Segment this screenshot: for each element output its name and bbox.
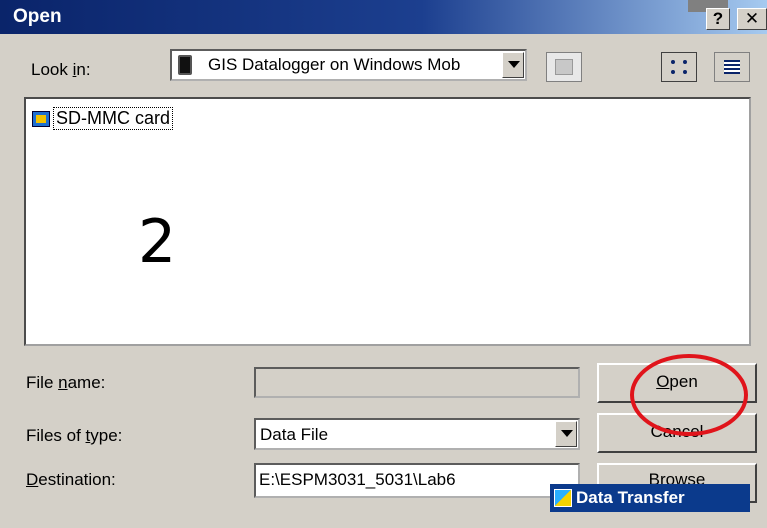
help-button[interactable]: ? [706, 8, 730, 30]
look-in-dropdown[interactable]: GIS Datalogger on Windows Mob [170, 49, 527, 81]
files-of-type-value: Data File [260, 425, 329, 444]
file-name-label: SD-MMC card [53, 107, 174, 130]
close-icon: ✕ [744, 9, 760, 28]
look-in-label: Look in: [31, 60, 91, 79]
annotation-number: 2 [138, 207, 177, 277]
list-view-icon[interactable] [661, 52, 697, 82]
device-icon [178, 55, 192, 75]
up-folder-icon[interactable] [546, 52, 582, 82]
data-transfer-icon [554, 489, 572, 507]
chevron-down-icon[interactable] [502, 52, 524, 78]
close-button[interactable]: ✕ [737, 8, 767, 30]
destination-field[interactable]: E:\ESPM3031_5031\Lab6 [254, 463, 580, 498]
destination-label: Destination: [26, 470, 116, 489]
memory-card-icon [32, 110, 50, 127]
title-bar[interactable]: Open [0, 0, 767, 34]
details-view-icon[interactable] [714, 52, 750, 82]
file-name-label: File name: [26, 373, 106, 392]
look-in-value: GIS Datalogger on Windows Mob [208, 55, 461, 74]
help-icon: ? [712, 9, 724, 28]
highlight-circle [630, 354, 748, 436]
chevron-down-icon[interactable] [555, 421, 577, 447]
window-title: Open [13, 6, 62, 27]
list-item[interactable]: SD-MMC card [32, 107, 174, 130]
file-list[interactable]: SD-MMC card 2 [24, 97, 751, 346]
file-name-field[interactable] [254, 367, 580, 398]
data-transfer-badge: Data Transfer [550, 484, 750, 512]
files-of-type-dropdown[interactable]: Data File [254, 418, 580, 450]
files-of-type-label: Files of type: [26, 426, 123, 445]
